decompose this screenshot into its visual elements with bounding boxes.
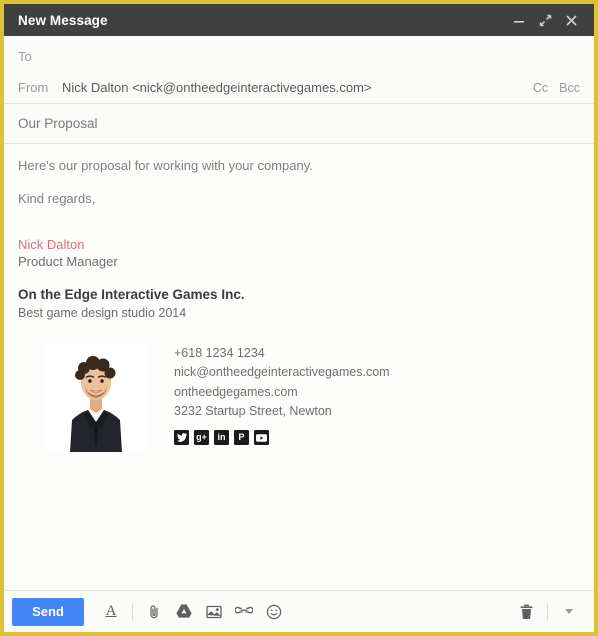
trash-icon[interactable] — [511, 597, 541, 627]
signature-role: Product Manager — [18, 254, 118, 270]
to-field-row[interactable]: To — [4, 36, 594, 72]
insert-photo-icon[interactable] — [199, 597, 229, 627]
signature-tagline: Best game design studio 2014 — [18, 305, 187, 320]
toolbar-divider — [132, 602, 133, 621]
signature-card: +618 1234 1234 nick@ontheedgeinteractive… — [18, 341, 580, 452]
social-links: g+ in P — [174, 430, 390, 446]
signature-name: Nick Dalton — [18, 236, 85, 252]
pinterest-icon[interactable]: P — [234, 430, 249, 446]
youtube-icon[interactable] — [254, 430, 269, 446]
google-plus-icon[interactable]: g+ — [194, 430, 209, 446]
attach-file-icon[interactable] — [139, 597, 169, 627]
format-text-icon[interactable]: A — [96, 597, 126, 627]
signature-phone: +618 1234 1234 — [174, 345, 265, 360]
signature-address: 3232 Startup Street, Newton — [174, 404, 332, 419]
compose-toolbar: Send A — [4, 590, 594, 632]
from-value[interactable]: Nick Dalton <nick@ontheedgeinteractivega… — [62, 80, 371, 95]
from-label: From — [18, 80, 49, 95]
body-line: Kind regards, — [18, 191, 96, 207]
insert-emoji-icon[interactable] — [259, 597, 289, 627]
window-titlebar: New Message — [4, 4, 594, 36]
signature-website: ontheedgegames.com — [174, 384, 298, 399]
toolbar-divider-right — [547, 602, 548, 621]
subject-input[interactable]: Our Proposal — [18, 116, 98, 131]
twitter-icon[interactable] — [174, 430, 189, 446]
email-signature: Nick Dalton Product Manager On the Edge … — [18, 236, 580, 452]
cc-bcc-group: Cc Bcc — [533, 81, 580, 95]
subject-field-row[interactable]: Our Proposal — [4, 104, 594, 143]
signature-contact-list: +618 1234 1234 nick@ontheedgeinteractive… — [174, 342, 390, 452]
linkedin-icon[interactable]: in — [214, 430, 229, 446]
compose-window: New Message To From Nick Dalton <nick@on — [0, 0, 598, 636]
expand-icon[interactable] — [532, 7, 558, 33]
bcc-button[interactable]: Bcc — [559, 81, 580, 95]
close-icon[interactable] — [558, 7, 584, 33]
signature-email: nick@ontheedgeinteractivegames.com — [174, 365, 390, 380]
from-field-row[interactable]: From Nick Dalton <nick@ontheedgeinteract… — [4, 72, 594, 103]
message-body[interactable]: Here's our proposal for working with you… — [4, 144, 594, 590]
body-line: Here's our proposal for working with you… — [18, 158, 313, 173]
compose-fields: To From Nick Dalton <nick@ontheedgeinter… — [4, 36, 594, 103]
signature-company: On the Edge Interactive Games Inc. — [18, 286, 245, 302]
google-drive-icon[interactable] — [169, 597, 199, 627]
send-button[interactable]: Send — [12, 597, 84, 626]
to-label: To — [18, 48, 32, 64]
cc-button[interactable]: Cc — [533, 81, 548, 95]
insert-link-icon[interactable] — [229, 597, 259, 627]
minimize-icon[interactable] — [506, 7, 532, 33]
chevron-down-icon[interactable] — [554, 597, 584, 627]
window-title: New Message — [18, 12, 108, 28]
signature-photo — [46, 341, 146, 452]
